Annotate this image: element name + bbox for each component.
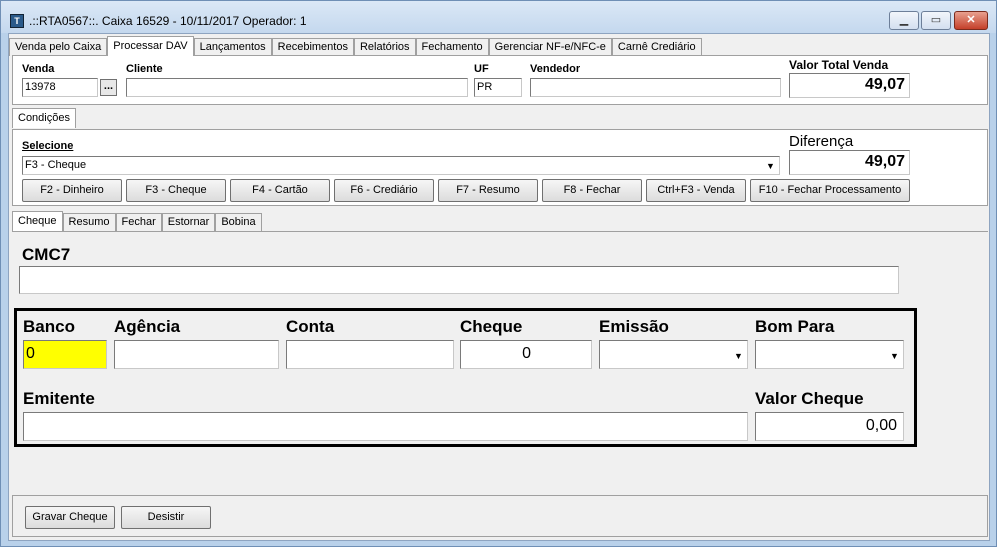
tab-venda-pelo-caixa[interactable]: Venda pelo Caixa [9,38,108,56]
ctrl-f3-venda-button[interactable]: Ctrl+F3 - Venda [646,179,746,202]
cheque-panel: CMC7 Banco 0 Agência Conta Cheque 0 Emis… [12,231,988,486]
client-area: Venda pelo Caixa Processar DAV Lançament… [8,33,990,541]
tab-carne-crediario[interactable]: Carnê Crediário [611,38,702,56]
f6-crediario-button[interactable]: F6 - Crediário [334,179,434,202]
chevron-down-icon[interactable]: ▼ [731,348,746,364]
cheque-number-label: Cheque [460,317,523,336]
window-title: .::RTA0567::. Caixa 16529 - 10/11/2017 O… [29,14,307,28]
conta-field[interactable] [286,340,454,369]
cmc7-label: CMC7 [22,245,71,264]
agencia-field[interactable] [114,340,279,369]
f2-dinheiro-button[interactable]: F2 - Dinheiro [22,179,122,202]
tab-relatorios[interactable]: Relatórios [353,38,416,56]
valor-cheque-field[interactable]: 0,00 [755,412,904,441]
emitente-field[interactable] [23,412,748,441]
uf-label: UF [474,63,489,75]
cliente-field[interactable] [126,78,468,97]
close-button[interactable]: ✕ [954,11,988,30]
minimize-button[interactable]: ▁ [889,11,919,30]
f8-fechar-button[interactable]: F8 - Fechar [542,179,642,202]
emitente-label: Emitente [23,389,95,408]
f7-resumo-button[interactable]: F7 - Resumo [438,179,538,202]
cheque-details-box: Banco 0 Agência Conta Cheque 0 Emissão ▼… [14,308,917,447]
cheque-number-field[interactable]: 0 [460,340,592,369]
emissao-label: Emissão [599,317,669,336]
tab-cheque[interactable]: Cheque [12,211,63,231]
tab-condicoes[interactable]: Condições [12,108,76,128]
venda-lookup-button[interactable]: ... [100,79,117,96]
tab-estornar[interactable]: Estornar [161,213,216,231]
gravar-cheque-button[interactable]: Gravar Cheque [25,506,115,529]
valor-total-field: 49,07 [789,73,910,98]
tab-resumo[interactable]: Resumo [62,213,116,231]
f10-fechar-processamento-button[interactable]: F10 - Fechar Processamento [750,179,910,202]
tab-processar-dav[interactable]: Processar DAV [107,36,194,56]
cmc7-field[interactable] [19,266,899,294]
sub-tab-strip: Cheque Resumo Fechar Estornar Bobina [12,211,262,231]
vendedor-label: Vendedor [530,63,581,75]
emissao-dropdown[interactable]: ▼ [599,340,748,369]
tab-gerenciar-nfe[interactable]: Gerenciar NF-e/NFC-e [488,38,612,56]
diferenca-field: 49,07 [789,150,910,175]
app-window: T .::RTA0567::. Caixa 16529 - 10/11/2017… [0,0,997,547]
tab-fechar[interactable]: Fechar [115,213,162,231]
app-logo-icon: T [10,14,24,28]
tab-fechamento[interactable]: Fechamento [415,38,489,56]
maximize-button[interactable]: ▭ [921,11,951,30]
selecione-value: F3 - Cheque [25,159,87,171]
banco-label: Banco [23,317,75,336]
f3-cheque-button[interactable]: F3 - Cheque [126,179,226,202]
cliente-label: Cliente [126,63,163,75]
chevron-down-icon[interactable]: ▼ [887,348,902,364]
bom-para-label: Bom Para [755,317,835,336]
valor-cheque-label: Valor Cheque [755,389,864,408]
valor-total-label: Valor Total Venda [789,58,889,72]
banco-field[interactable]: 0 [23,340,107,369]
tab-lancamentos[interactable]: Lançamentos [193,38,272,56]
title-bar: T .::RTA0567::. Caixa 16529 - 10/11/2017… [1,1,996,33]
condicoes-panel: Selecione F3 - Cheque ▼ Diferença 49,07 … [12,129,988,206]
desistir-button[interactable]: Desistir [121,506,211,529]
main-tab-strip: Venda pelo Caixa Processar DAV Lançament… [9,36,702,56]
conta-label: Conta [286,317,335,336]
f4-cartao-button[interactable]: F4 - Cartão [230,179,330,202]
diferenca-label: Diferença [789,133,854,150]
chevron-down-icon[interactable]: ▼ [763,158,778,174]
venda-field[interactable]: 13978 [22,78,98,97]
condicoes-tab-strip: Condições [12,108,76,128]
tab-recebimentos[interactable]: Recebimentos [271,38,354,56]
header-panel: Venda 13978 ... Cliente UF PR Vendedor V… [12,55,988,105]
agencia-label: Agência [114,317,181,336]
vendedor-field[interactable] [530,78,781,97]
uf-field[interactable]: PR [474,78,522,97]
selecione-dropdown[interactable]: F3 - Cheque ▼ [22,156,780,175]
tab-bobina[interactable]: Bobina [215,213,262,231]
bom-para-dropdown[interactable]: ▼ [755,340,904,369]
footer-panel: Gravar Cheque Desistir [12,495,988,537]
venda-label: Venda [22,63,55,75]
selecione-label: Selecione [22,140,74,152]
